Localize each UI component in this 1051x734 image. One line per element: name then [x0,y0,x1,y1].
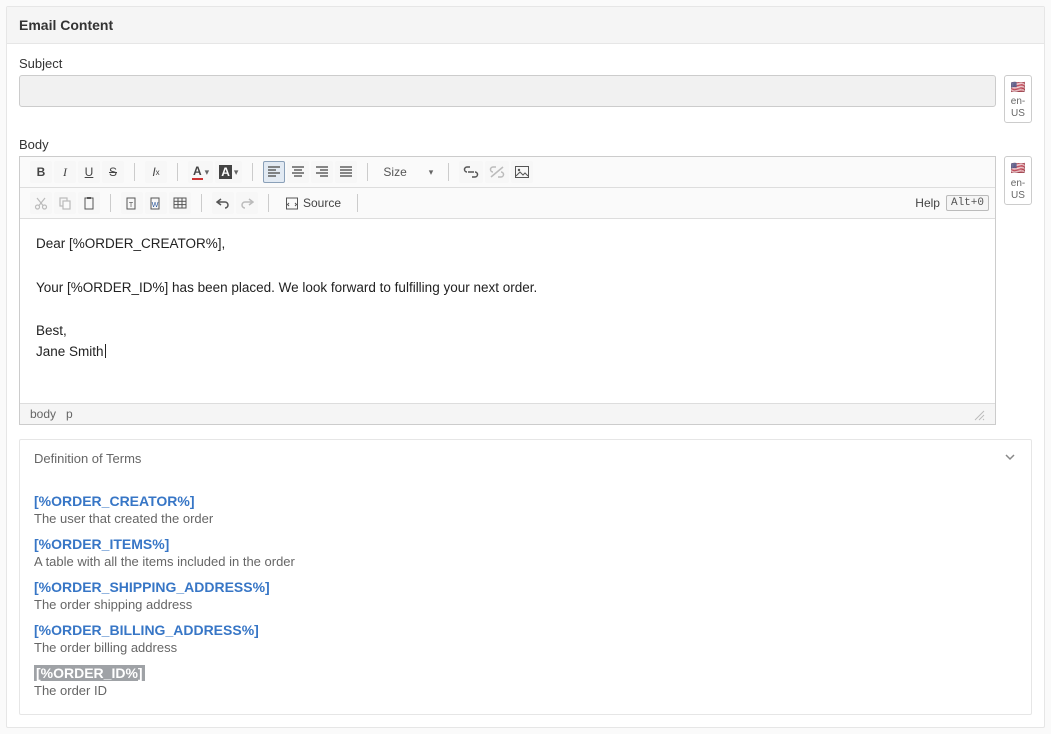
definitions-body: [%ORDER_CREATOR%] The user that created t… [20,477,1031,714]
editor-line: Jane Smith [36,341,979,363]
locale-code: en-US [1011,178,1025,201]
status-path-segment[interactable]: p [66,407,73,421]
definition-term: [%ORDER_BILLING_ADDRESS%] The order billi… [34,622,1017,655]
chevron-down-icon [1003,450,1017,467]
definition-term: [%ORDER_ITEMS%] A table with all the item… [34,536,1017,569]
editor-toolbar-row-2: T W [20,188,995,219]
undo-button[interactable] [212,192,234,214]
resize-handle-icon[interactable] [971,407,985,421]
locale-code: en-US [1011,96,1025,119]
editor-line [36,255,979,277]
subject-label: Subject [19,56,1032,71]
status-path-segment[interactable]: body [30,407,56,421]
bg-color-button[interactable]: A▾ [215,161,242,183]
paste-word-button[interactable]: W [145,192,167,214]
help-area: Help Alt+0 [915,195,989,211]
font-size-select[interactable]: Size ▾ [378,161,438,183]
term-description: The order ID [34,683,1017,698]
remove-format-button[interactable]: Ix [145,161,167,183]
term-placeholder[interactable]: [%ORDER_CREATOR%] [34,493,195,509]
term-description: The user that created the order [34,511,1017,526]
definitions-title: Definition of Terms [34,451,141,466]
term-placeholder[interactable]: [%ORDER_BILLING_ADDRESS%] [34,622,259,638]
unlink-button[interactable] [485,161,509,183]
term-placeholder[interactable]: [%ORDER_SHIPPING_ADDRESS%] [34,579,270,595]
svg-text:T: T [129,202,134,209]
editor-content-area[interactable]: Dear [%ORDER_CREATOR%], Your [%ORDER_ID%… [20,219,995,403]
link-button[interactable] [459,161,483,183]
us-flag-icon: 🇺🇸 [1007,161,1029,175]
redo-button[interactable] [236,192,258,214]
term-placeholder[interactable]: [%ORDER_ID%] [34,665,145,681]
underline-button[interactable]: U [78,161,100,183]
subject-input[interactable] [19,75,996,107]
editor-line: Best, [36,320,979,342]
help-shortcut: Alt+0 [946,195,989,211]
definitions-accordion: Definition of Terms [%ORDER_CREATOR%] The… [19,439,1032,715]
svg-text:W: W [152,202,159,209]
status-element-path[interactable]: bodyp [30,407,83,421]
body-field-group: Body B I U S [19,137,1032,425]
editor-toolbar-row-1: B I U S Ix A▾ [20,157,995,188]
panel-title: Email Content [7,7,1044,44]
body-label: Body [19,137,1032,152]
copy-button[interactable] [54,192,76,214]
source-button[interactable]: Source [279,192,347,214]
chevron-down-icon: ▾ [429,167,434,178]
editor-line [36,298,979,320]
image-button[interactable] [511,161,533,183]
align-right-button[interactable] [311,161,333,183]
italic-button[interactable]: I [54,161,76,183]
align-center-button[interactable] [287,161,309,183]
cut-button[interactable] [30,192,52,214]
source-label: Source [303,196,341,210]
text-color-button[interactable]: A▾ [188,161,213,183]
align-left-button[interactable] [263,161,285,183]
bold-button[interactable]: B [30,161,52,183]
rich-text-editor: B I U S Ix A▾ [19,156,996,425]
subject-field-group: Subject 🇺🇸 en-US [19,56,1032,123]
strike-button[interactable]: S [102,161,124,183]
definition-term: [%ORDER_ID%] The order ID [34,665,1017,698]
editor-line: Your [%ORDER_ID%] has been placed. We lo… [36,277,979,299]
paste-text-button[interactable]: T [121,192,143,214]
definition-term: [%ORDER_SHIPPING_ADDRESS%] The order ship… [34,579,1017,612]
term-description: The order billing address [34,640,1017,655]
us-flag-icon: 🇺🇸 [1007,80,1029,94]
source-icon [285,196,299,210]
term-placeholder[interactable]: [%ORDER_ITEMS%] [34,536,169,552]
body-locale-selector[interactable]: 🇺🇸 en-US [1004,156,1032,204]
editor-line: Dear [%ORDER_CREATOR%], [36,233,979,255]
help-label[interactable]: Help [915,196,940,210]
paste-button[interactable] [78,192,100,214]
term-description: A table with all the items included in t… [34,554,1017,569]
email-content-panel: Email Content Subject 🇺🇸 en-US Body [6,6,1045,728]
align-justify-button[interactable] [335,161,357,183]
subject-locale-selector[interactable]: 🇺🇸 en-US [1004,75,1032,123]
font-size-label: Size [383,165,406,179]
editor-status-bar: bodyp [20,403,995,424]
term-description: The order shipping address [34,597,1017,612]
definition-term: [%ORDER_CREATOR%] The user that created t… [34,493,1017,526]
panel-body: Subject 🇺🇸 en-US Body [7,44,1044,727]
definitions-header[interactable]: Definition of Terms [20,440,1031,477]
table-button[interactable] [169,192,191,214]
